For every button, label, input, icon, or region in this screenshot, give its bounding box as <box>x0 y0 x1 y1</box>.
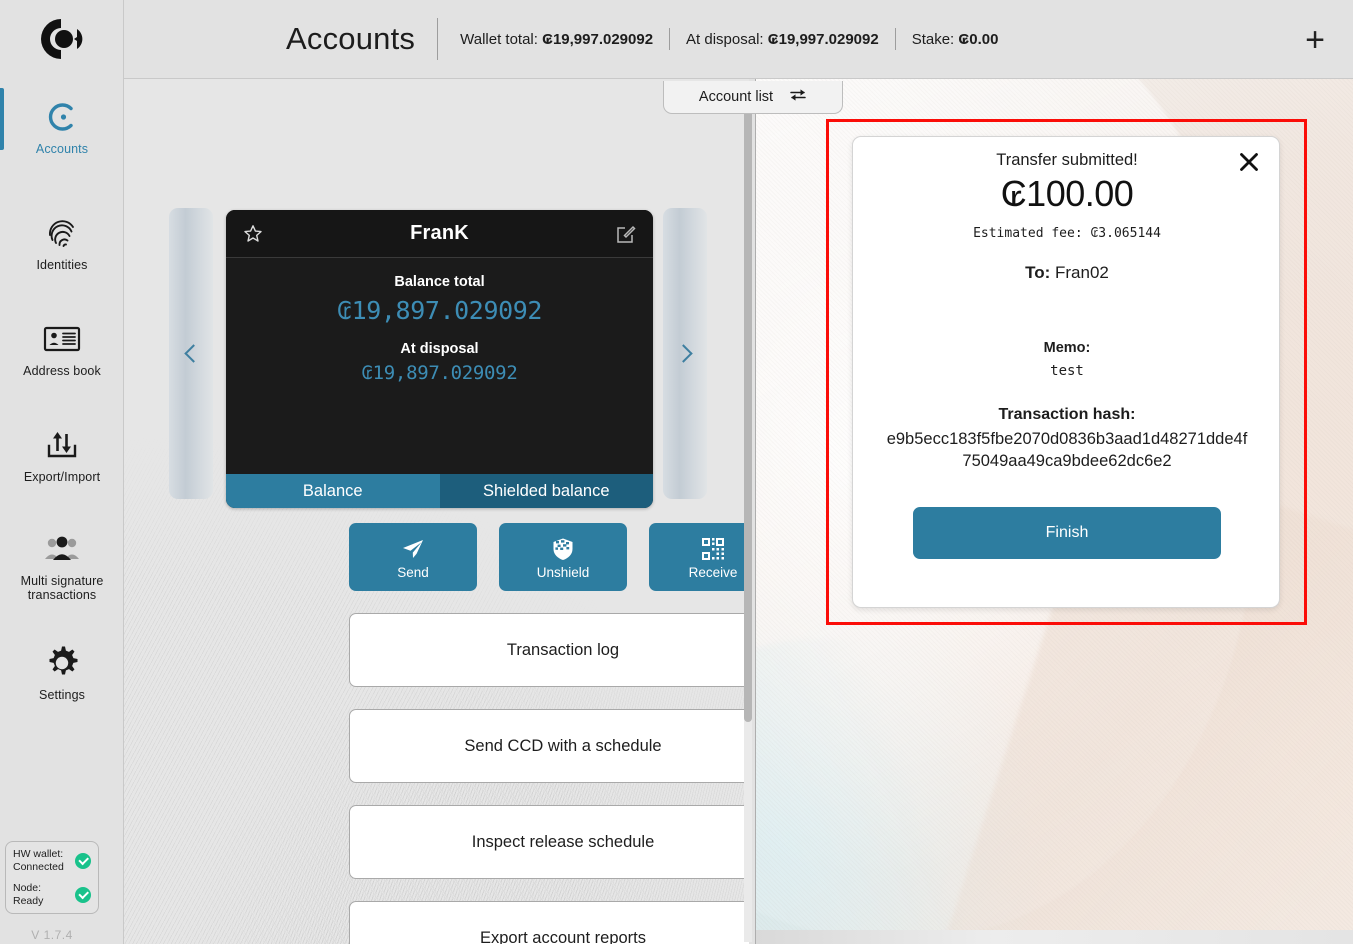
at-disposal-value: ₢19,997.029092 <box>767 30 879 48</box>
recipient-label: To: <box>1025 263 1051 282</box>
panel-divider <box>755 79 756 944</box>
receive-label: Receive <box>688 564 738 580</box>
stake-label: Stake: <box>911 30 959 48</box>
tab-balance[interactable]: Balance <box>226 474 440 508</box>
header-divider <box>437 18 439 60</box>
transaction-hash-value: e9b5ecc183f5fbe2070d0836b3aad1d48271dde4… <box>886 430 1248 470</box>
sidebar-item-label: Identities <box>36 258 88 272</box>
chevron-right-icon[interactable] <box>663 208 707 499</box>
account-detail-panel: FranK Balance total ₢19,897.029092 At di… <box>124 79 749 944</box>
export-account-reports-button[interactable]: Export account reports <box>349 901 749 944</box>
background-bottom-strip <box>756 930 1353 944</box>
sidebar-item-label: Accounts <box>35 142 89 156</box>
node-label: Node: <box>13 882 42 894</box>
account-card-header: FranK <box>226 210 653 258</box>
panel-scrollbar-thumb[interactable] <box>744 82 752 722</box>
app-window: Accounts Identities Address book Export/… <box>0 0 1353 944</box>
at-disposal-stat: At disposal: ₢19,997.029092 <box>686 31 879 48</box>
send-label: Send <box>397 564 429 580</box>
paper-plane-icon <box>401 535 425 561</box>
account-card: FranK Balance total ₢19,897.029092 At di… <box>226 210 653 508</box>
unshield-button[interactable]: Unshield <box>499 523 627 591</box>
stake-stat: Stake: ₢0.00 <box>912 31 999 48</box>
sidebar-item-label: Multi signature transactions <box>20 574 104 602</box>
balance-total-label: Balance total <box>394 274 485 290</box>
sidebar-item-identities[interactable]: Identities <box>0 202 124 284</box>
memo-label: Memo: <box>1043 340 1091 356</box>
inspect-release-schedule-button[interactable]: Inspect release schedule <box>349 805 749 879</box>
sidebar-item-settings[interactable]: Settings <box>0 632 124 714</box>
concordium-c-icon <box>44 96 80 138</box>
people-group-icon <box>42 528 82 570</box>
sidebar-item-accounts[interactable]: Accounts <box>0 86 124 168</box>
check-circle-icon <box>75 852 91 869</box>
check-circle-icon <box>75 886 91 903</box>
version-label: V 1.7.4 <box>31 928 73 942</box>
transfer-submitted-modal: Transfer submitted! ₢100.00 Estimated fe… <box>852 136 1280 608</box>
sidebar-item-label: Address book <box>23 364 101 378</box>
wallet-total-label: Wallet total: <box>460 30 543 48</box>
hw-wallet-status-row: HW wallet: Connected <box>13 848 91 873</box>
finish-button[interactable]: Finish <box>913 507 1221 559</box>
plus-icon[interactable]: + <box>1295 20 1335 60</box>
chevron-left-icon[interactable] <box>169 208 213 499</box>
shield-icon <box>552 535 574 561</box>
export-import-arrows-icon <box>43 424 81 466</box>
balance-tabs: Balance Shielded balance <box>226 474 653 508</box>
chevron-left-glyph <box>183 344 203 363</box>
status-widget: HW wallet: Connected Node: Ready <box>5 841 99 914</box>
recipient-value: Fran02 <box>1055 263 1109 282</box>
qr-code-icon <box>701 535 725 561</box>
star-outline-icon[interactable] <box>242 223 264 245</box>
send-ccd-with-schedule-button[interactable]: Send CCD with a schedule <box>349 709 749 783</box>
receive-button[interactable]: Receive <box>649 523 749 591</box>
concordium-logo-icon <box>0 8 124 70</box>
node-status-row: Node: Ready <box>13 882 91 907</box>
account-menu-list: Transaction log Send CCD with a schedule… <box>349 613 749 944</box>
sidebar: Accounts Identities Address book Export/… <box>0 0 124 944</box>
account-list-label: Account list <box>698 89 774 105</box>
balance-total-value: ₢19,897.029092 <box>336 296 543 325</box>
stake-value: ₢0.00 <box>958 30 999 48</box>
sidebar-item-address-book[interactable]: Address book <box>0 308 124 390</box>
node-value: Ready <box>13 894 44 907</box>
wallet-total-value: ₢19,997.029092 <box>542 30 654 48</box>
send-button[interactable]: Send <box>349 523 477 591</box>
swap-arrows-icon <box>789 88 807 106</box>
sidebar-item-multi-signature-transactions[interactable]: Multi signature transactions <box>0 518 124 614</box>
fingerprint-icon <box>44 212 80 254</box>
header-divider <box>894 28 896 50</box>
hw-wallet-label: HW wallet: <box>13 848 64 860</box>
account-name: FranK <box>410 222 469 244</box>
gear-icon <box>43 642 81 684</box>
edit-square-icon[interactable] <box>615 223 637 245</box>
transaction-log-button[interactable]: Transaction log <box>349 613 749 687</box>
at-disposal-label: At disposal: <box>686 30 768 48</box>
header-bar: Accounts Wallet total: ₢19,997.029092 At… <box>124 0 1353 79</box>
account-action-row: Send Unshield Receive <box>349 523 749 591</box>
page-title: Accounts <box>286 21 416 56</box>
recipient-row: To: Fran02 <box>853 263 1281 283</box>
contact-card-icon <box>43 318 81 360</box>
sidebar-nav: Accounts Identities Address book Export/… <box>0 86 124 714</box>
modal-title: Transfer submitted! <box>996 151 1138 169</box>
hw-wallet-value: Connected <box>13 860 64 873</box>
unshield-label: Unshield <box>536 564 590 580</box>
header-divider <box>669 28 671 50</box>
at-disposal-value: ₢19,897.029092 <box>361 362 518 384</box>
at-disposal-label: At disposal <box>400 341 479 357</box>
sidebar-item-export-import[interactable]: Export/Import <box>0 414 124 496</box>
transfer-amount: ₢100.00 <box>1000 173 1134 214</box>
memo-value: test <box>1050 363 1084 379</box>
sidebar-item-label: Settings <box>39 688 85 702</box>
chevron-right-glyph <box>673 344 693 363</box>
wallet-total-stat: Wallet total: ₢19,997.029092 <box>460 31 653 48</box>
transaction-hash-label: Transaction hash: <box>998 406 1136 423</box>
account-list-toggle[interactable]: Account list <box>663 81 843 114</box>
close-x-icon[interactable] <box>1235 148 1263 176</box>
tab-shielded-balance[interactable]: Shielded balance <box>439 474 653 508</box>
account-card-body: Balance total ₢19,897.029092 At disposal… <box>226 258 653 474</box>
estimated-fee: Estimated fee: ₢3.065144 <box>973 226 1161 241</box>
sidebar-item-label: Export/Import <box>23 470 101 484</box>
